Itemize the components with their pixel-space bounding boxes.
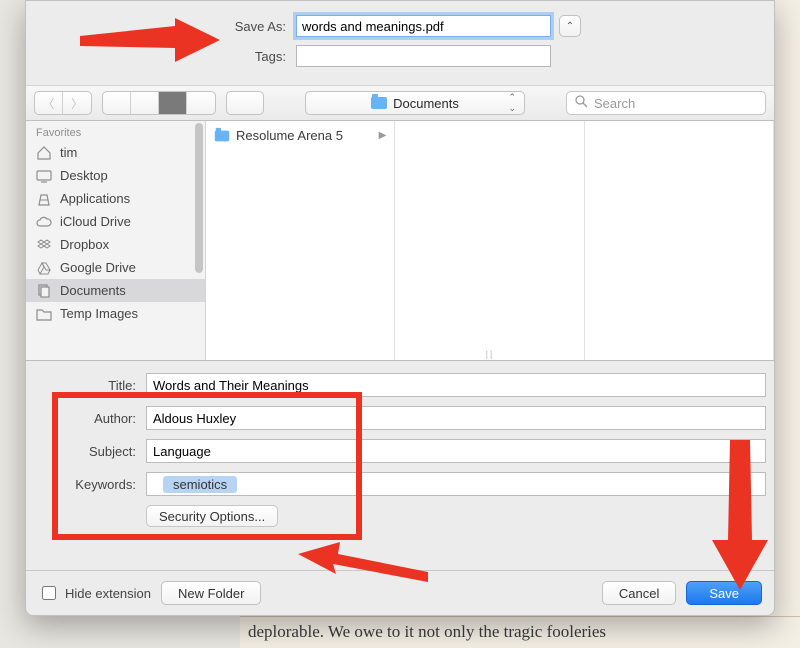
hide-extension-label: Hide extension — [65, 586, 151, 601]
save-dialog-sheet: Save As: ⌃ Tags: 〈 〉 — [25, 0, 775, 616]
keywords-input[interactable]: semiotics — [146, 472, 766, 496]
popup-chevrons-icon: ⌃⌄ — [508, 92, 516, 114]
chevron-right-icon: 〉 — [71, 95, 83, 112]
tags-label: Tags: — [46, 49, 296, 64]
sidebar-scrollbar[interactable] — [195, 123, 203, 273]
sidebar-item-dropbox[interactable]: Dropbox — [26, 233, 205, 256]
sidebar-item-tim[interactable]: tim — [26, 141, 205, 164]
arrange-menu[interactable]: ▾ — [226, 91, 264, 115]
view-mode-segmented — [102, 91, 216, 115]
nav-back-forward: 〈 〉 — [34, 91, 92, 115]
column-3[interactable] — [585, 121, 774, 360]
sidebar-item-temp-images[interactable]: Temp Images — [26, 302, 205, 325]
chevron-right-icon: ▶ — [379, 130, 387, 141]
new-folder-button[interactable]: New Folder — [161, 581, 261, 605]
sidebar-item-label: Dropbox — [60, 237, 109, 252]
dialog-bottom-bar: Hide extension New Folder Cancel Save — [26, 570, 774, 615]
sidebar-item-documents[interactable]: Documents — [26, 279, 205, 302]
location-popup[interactable]: Documents ⌃⌄ — [305, 91, 525, 115]
sidebar-header-favorites: Favorites — [26, 121, 205, 141]
file-browser: Favorites tim Desktop Applications iClou… — [26, 121, 774, 361]
folder-entry-resolume[interactable]: Resolume Arena 5 ▶ — [206, 125, 394, 146]
sidebar-item-label: iCloud Drive — [60, 214, 131, 229]
nav-back-button[interactable]: 〈 — [35, 92, 63, 114]
subject-label: Subject: — [34, 444, 146, 459]
save-button[interactable]: Save — [686, 581, 762, 605]
folder-icon — [36, 307, 52, 321]
pdf-metadata-section: Title: Author: Subject: Keywords: semiot… — [26, 361, 774, 537]
desktop-icon — [36, 169, 52, 183]
sidebar-item-label: Applications — [60, 191, 130, 206]
cloud-icon — [36, 215, 52, 229]
applications-icon — [36, 192, 52, 206]
keywords-label: Keywords: — [34, 477, 146, 492]
sidebar: Favorites tim Desktop Applications iClou… — [26, 121, 206, 360]
nav-forward-button[interactable]: 〉 — [63, 92, 91, 114]
home-icon — [36, 146, 52, 160]
hide-extension-checkbox-box[interactable] — [42, 586, 56, 600]
cancel-button[interactable]: Cancel — [602, 581, 676, 605]
chevron-left-icon: 〈 — [42, 95, 54, 112]
column-view: Resolume Arena 5 ▶ || — [206, 121, 774, 360]
view-list-button[interactable] — [131, 92, 159, 114]
folder-entry-label: Resolume Arena 5 — [236, 128, 343, 143]
sidebar-item-applications[interactable]: Applications — [26, 187, 205, 210]
sidebar-item-label: Desktop — [60, 168, 108, 183]
tags-input[interactable] — [296, 45, 551, 67]
sidebar-item-icloud[interactable]: iCloud Drive — [26, 210, 205, 233]
sidebar-item-label: tim — [60, 145, 77, 160]
chevron-up-icon: ⌃ — [566, 21, 574, 32]
column-2[interactable] — [395, 121, 584, 360]
sidebar-item-desktop[interactable]: Desktop — [26, 164, 205, 187]
subject-input[interactable] — [146, 439, 766, 463]
saveas-section: Save As: ⌃ Tags: — [26, 1, 774, 85]
view-coverflow-button[interactable] — [187, 92, 215, 114]
column-resize-handle-icon[interactable]: || — [486, 349, 495, 359]
security-options-button[interactable]: Security Options... — [146, 505, 278, 527]
gdrive-icon — [36, 261, 52, 275]
search-icon — [575, 95, 588, 111]
saveas-input[interactable] — [296, 15, 551, 37]
author-label: Author: — [34, 411, 146, 426]
view-icons-button[interactable] — [103, 92, 131, 114]
sidebar-item-label: Google Drive — [60, 260, 136, 275]
column-1[interactable]: Resolume Arena 5 ▶ — [206, 121, 395, 360]
author-input[interactable] — [146, 406, 766, 430]
documents-icon — [36, 284, 52, 298]
title-input[interactable] — [146, 373, 766, 397]
saveas-label: Save As: — [46, 19, 296, 34]
sidebar-item-label: Temp Images — [60, 306, 138, 321]
background-page-text: deplorable. We owe to it not only the tr… — [240, 616, 800, 648]
keyword-token[interactable]: semiotics — [163, 476, 237, 493]
dropbox-icon — [36, 238, 52, 252]
sidebar-item-gdrive[interactable]: Google Drive — [26, 256, 205, 279]
collapse-toggle-button[interactable]: ⌃ — [559, 15, 581, 37]
title-label: Title: — [34, 378, 146, 393]
search-placeholder: Search — [594, 96, 635, 111]
location-label: Documents — [393, 96, 459, 111]
view-columns-button[interactable] — [159, 92, 187, 114]
finder-toolbar: 〈 〉 — [26, 85, 774, 121]
folder-icon — [215, 130, 229, 141]
search-field[interactable]: Search — [566, 91, 766, 115]
hide-extension-checkbox[interactable]: Hide extension — [38, 583, 151, 603]
sidebar-item-label: Documents — [60, 283, 126, 298]
folder-icon — [371, 97, 387, 109]
